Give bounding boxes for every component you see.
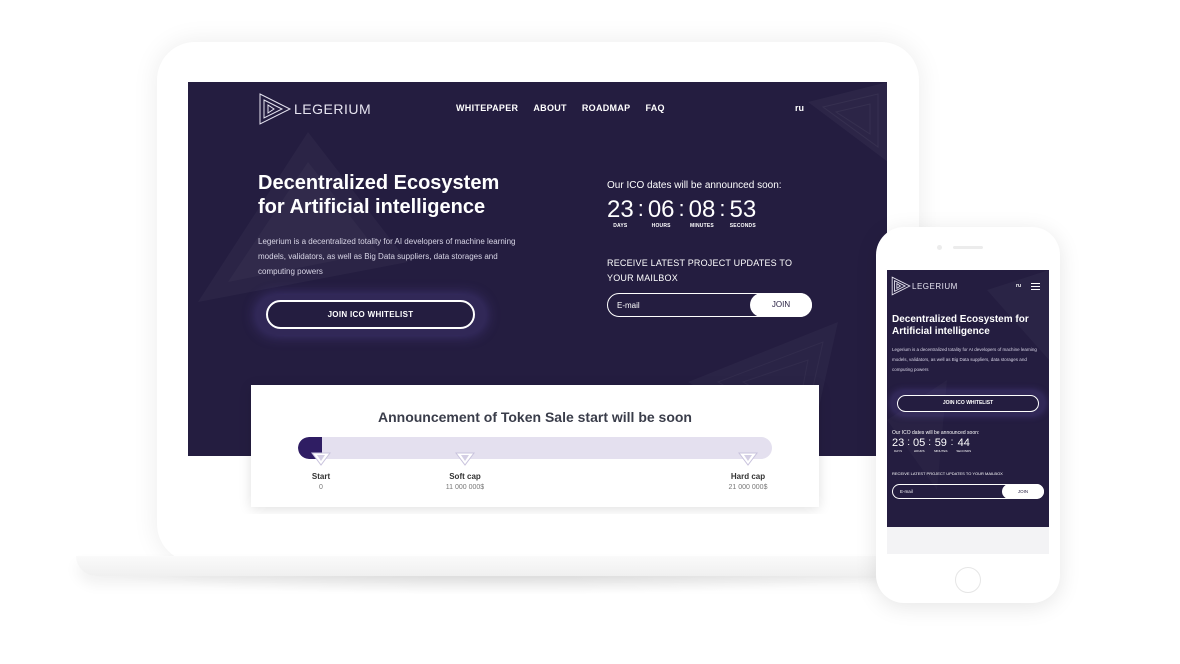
countdown-days: 23 DAYS: [607, 196, 634, 229]
mobile-countdown-minutes-value: 59: [934, 437, 947, 449]
logo[interactable]: LEGERIUM: [258, 92, 371, 126]
countdown-seconds: 53 SECONDS: [729, 196, 756, 229]
language-switch[interactable]: ru: [795, 103, 804, 113]
milestone-hardcap-marker: [738, 452, 758, 466]
mobile-legerium-logo-icon: [891, 276, 911, 296]
phone-screen: LEGERIUM ru Decentralized Ecosystem for …: [887, 270, 1049, 554]
hero-title: Decentralized Ecosystem for Artificial i…: [258, 171, 548, 219]
mobile-countdown-days-label: DAYS: [894, 449, 903, 453]
ico-label: Our ICO dates will be announced soon:: [607, 180, 782, 191]
mobile-whitelist-glow: JOIN ICO WHITELIST: [891, 391, 1045, 415]
mobile-countdown-seconds-label: SECONDS: [956, 449, 972, 453]
phone-home-button: [955, 567, 981, 593]
nav-faq[interactable]: FAQ: [645, 103, 664, 113]
countdown-minutes: 08 MINUTES: [689, 196, 716, 229]
mobile-ico-label: Our ICO dates will be announced soon:: [892, 430, 980, 436]
mobile-hero-description: Legerium is a decentralized totality for…: [892, 347, 1037, 372]
laptop-screen: LEGERIUM WHITEPAPER ABOUT ROADMAP FAQ ru…: [188, 82, 887, 514]
email-form: JOIN: [607, 293, 812, 317]
mobile-countdown-seconds-value: 44: [957, 437, 970, 449]
countdown-days-value: 23: [607, 196, 634, 223]
countdown-days-label: DAYS: [613, 223, 628, 229]
mobile-language-switch[interactable]: ru: [1016, 283, 1021, 289]
milestone-hardcap-label: Hard cap: [730, 472, 766, 481]
countdown-separator: :: [637, 196, 644, 221]
mobile-logo[interactable]: LEGERIUM: [891, 276, 958, 296]
hero-title-line2: for Artificial intelligence: [258, 196, 486, 218]
mobile-updates-label: RECEIVE LATEST PROJECT UPDATES TO YOUR M…: [892, 471, 1003, 476]
token-sale-title: Announcement of Token Sale start will be…: [377, 409, 692, 425]
countdown-separator: :: [719, 196, 726, 221]
mobile-countdown-hours-value: 05: [913, 437, 926, 449]
logo-text: LEGERIUM: [294, 101, 372, 117]
email-input[interactable]: [617, 294, 747, 316]
milestone-start-label: Start: [311, 472, 331, 481]
mobile-hero-title: Decentralized Ecosystem for Artificial i…: [892, 314, 1029, 337]
milestone-softcap-label: Soft cap: [449, 472, 481, 481]
phone-camera: [937, 245, 942, 250]
countdown-hours-value: 06: [647, 196, 675, 223]
countdown-hours-label: HOURS: [651, 223, 671, 229]
mobile-logo-text: LEGERIUM: [912, 281, 958, 291]
hero-description: Legerium is a decentralized totality for…: [258, 237, 516, 276]
mobile-countdown-separator: :: [907, 437, 911, 448]
updates-label: RECEIVE LATEST PROJECT UPDATES TO YOUR M…: [607, 258, 793, 283]
token-sale-progress: [298, 437, 772, 459]
milestone-softcap-marker: [455, 452, 475, 466]
mobile-countdown: 23 DAYS : 05 HOURS : 59 MINUTES : 44 SEC…: [892, 437, 971, 453]
whitelist-glow: JOIN ICO WHITELIST: [256, 295, 486, 335]
mobile-countdown-hours: 05 HOURS: [913, 437, 925, 453]
milestone-start-value: 0: [319, 484, 323, 491]
mobile-countdown-minutes-label: MINUTES: [934, 449, 948, 453]
milestone-hardcap-value: 21 000 000$: [728, 484, 768, 491]
countdown-seconds-label: SECONDS: [729, 223, 756, 229]
countdown-separator: :: [678, 196, 685, 221]
countdown: 23 DAYS : 06 HOURS : 08 MINUTES : 53 SEC…: [607, 196, 756, 229]
milestone-start-marker: [311, 452, 331, 466]
mobile-hero: LEGERIUM ru Decentralized Ecosystem for …: [887, 270, 1049, 527]
nav-about[interactable]: ABOUT: [533, 103, 567, 113]
join-button[interactable]: JOIN: [750, 293, 812, 317]
mobile-countdown-minutes: 59 MINUTES: [934, 437, 948, 453]
nav-roadmap[interactable]: ROADMAP: [582, 103, 631, 113]
countdown-hours: 06 HOURS: [648, 196, 675, 229]
phone-speaker: [953, 246, 983, 249]
mobile-countdown-separator: :: [928, 437, 932, 448]
countdown-seconds-value: 53: [729, 196, 757, 223]
mobile-join-whitelist-button[interactable]: JOIN ICO WHITELIST: [897, 395, 1039, 412]
countdown-minutes-value: 08: [688, 196, 716, 223]
legerium-logo-icon: [259, 93, 292, 125]
hero-title-line1: Decentralized Ecosystem: [258, 172, 500, 194]
milestone-softcap-value: 11 000 000$: [445, 484, 485, 491]
laptop-base: [76, 556, 956, 576]
decor-triangle-right: [808, 82, 887, 162]
join-whitelist-button[interactable]: JOIN ICO WHITELIST: [266, 300, 475, 329]
mobile-countdown-days: 23 DAYS: [892, 437, 904, 453]
token-sale-card: Announcement of Token Sale start will be…: [251, 385, 819, 507]
nav-whitepaper[interactable]: WHITEPAPER: [456, 103, 518, 113]
main-nav: WHITEPAPER ABOUT ROADMAP FAQ: [456, 103, 665, 113]
mobile-email-input[interactable]: E-mail: [900, 485, 990, 498]
mobile-countdown-hours-label: HOURS: [913, 449, 925, 453]
hamburger-icon[interactable]: [1031, 283, 1040, 291]
mobile-countdown-seconds: 44 SECONDS: [956, 437, 971, 453]
countdown-minutes-label: MINUTES: [690, 223, 714, 229]
mobile-join-button[interactable]: JOIN: [1002, 484, 1044, 499]
mobile-countdown-days-value: 23: [892, 437, 905, 449]
mobile-email-form: E-mail JOIN: [892, 484, 1044, 499]
mobile-countdown-separator: :: [950, 437, 954, 448]
